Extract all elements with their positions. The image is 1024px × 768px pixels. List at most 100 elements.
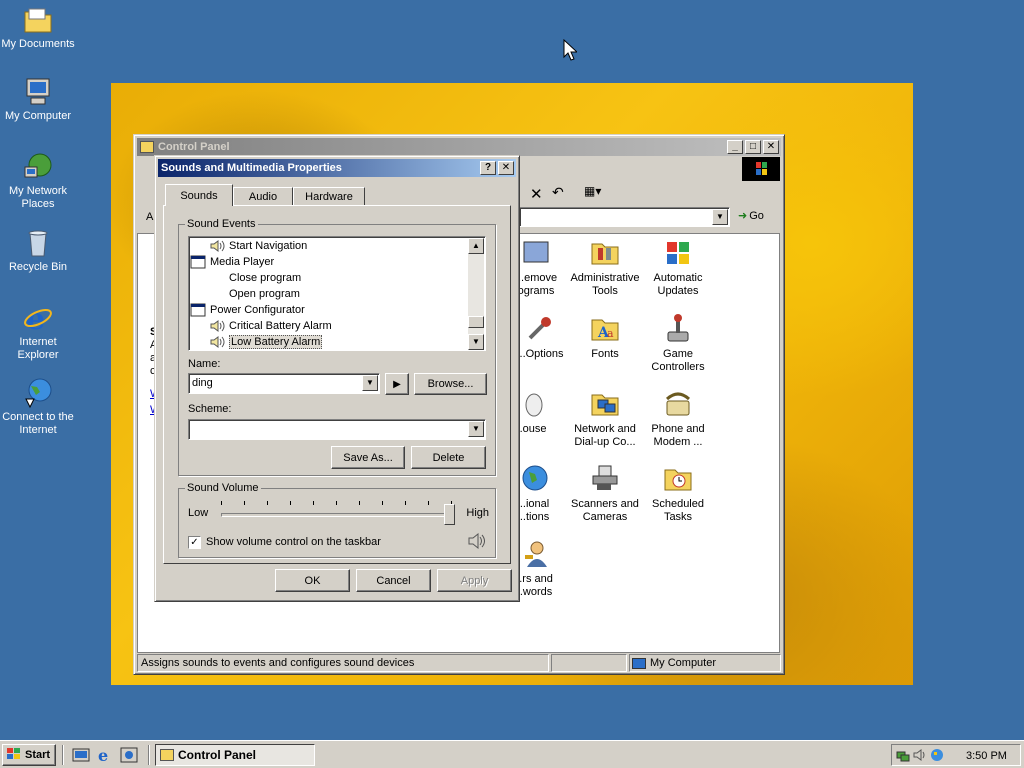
delete-button[interactable]: Delete [411,446,486,469]
clock[interactable]: 3:50 PM [966,750,1007,762]
control-panel-task-icon [160,749,174,761]
scheme-dropdown-icon[interactable]: ▼ [468,421,484,437]
volume-tick [313,501,314,505]
sound-event-label: Start Navigation [229,240,308,252]
name-dropdown-icon[interactable]: ▼ [362,375,378,391]
speaker-icon [209,319,225,333]
status-text: Assigns sounds to events and configures … [137,654,549,672]
sound-event-item[interactable]: Open program [209,286,300,302]
volume-tick [405,501,406,505]
control-panel-title: Control Panel [158,141,230,153]
sound-event-item[interactable]: Media Player [190,254,274,270]
cp-icon-scheduled-tasks[interactable]: Scheduled Tasks [638,462,718,524]
events-scrollbar[interactable]: ▲ ▼ [468,238,484,350]
control-panel-window-icon [140,141,154,153]
close-button[interactable]: ✕ [763,140,779,154]
cancel-button[interactable]: Cancel [356,569,431,592]
joystick-icon [662,312,694,344]
volume-tick [244,501,245,505]
sound-name-select[interactable]: ding ▼ [188,373,380,394]
quick-launch-ie-icon[interactable]: e [96,746,114,767]
phone-icon [662,387,694,419]
cp-icon-scanners-cameras[interactable]: Scanners and Cameras [565,462,645,524]
windows-start-icon [6,747,22,764]
connect-internet-icon [22,377,54,409]
sound-event-item[interactable]: Critical Battery Alarm [209,318,332,334]
sound-event-label: Power Configurator [210,304,305,316]
tab-hardware[interactable]: Hardware [293,187,365,206]
tab-audio[interactable]: Audio [233,187,293,206]
play-icon: ▶ [393,378,401,390]
volume-slider-track[interactable] [221,513,455,517]
dialog-close-button[interactable]: ✕ [498,161,514,175]
tray-update-icon[interactable] [930,748,944,765]
volume-slider-thumb[interactable] [444,504,455,525]
dialog-titlebar[interactable]: Sounds and Multimedia Properties ? ✕ [158,159,516,177]
scanner-icon [589,462,621,494]
speaker-icon[interactable] [467,532,485,552]
minimize-button[interactable]: _ [727,140,743,154]
speaker-icon [209,239,225,253]
cp-icon-administrative-tools[interactable]: Administrative Tools [565,236,645,298]
desktop-icon-my-computer[interactable]: My Computer [0,76,76,123]
show-volume-checkbox[interactable]: ✓ [188,536,201,549]
taskbar-separator [62,745,64,765]
system-tray: 3:50 PM [891,744,1021,766]
undo-toolbar-icon[interactable]: ↶ [552,184,564,201]
scroll-up-icon[interactable]: ▲ [468,238,484,254]
play-sound-button[interactable]: ▶ [385,373,409,395]
show-desktop-icon[interactable] [72,747,90,766]
sound-event-item[interactable]: Close program [209,270,301,286]
window-icon [190,303,206,317]
desktop-icon-my-network-places[interactable]: My Network Places [0,151,76,211]
folder-icon [22,4,54,36]
quick-launch-media-icon[interactable] [120,747,138,766]
desktop-icon-connect-to-internet[interactable]: Connect to the Internet [0,377,76,437]
control-panel-titlebar[interactable]: Control Panel _ □ ✕ [137,138,781,156]
maximize-button[interactable]: □ [745,140,761,154]
recycle-bin-icon [22,227,54,259]
browse-button[interactable]: Browse... [414,373,487,395]
tab-sounds[interactable]: Sounds [165,184,233,206]
scroll-thumb[interactable] [468,316,484,328]
internet-explorer-icon: e [22,302,54,337]
start-button[interactable]: Start [2,744,56,766]
save-as-button[interactable]: Save As... [331,446,405,469]
go-arrow-icon: ➜ [738,210,748,222]
help-button[interactable]: ? [480,161,496,175]
tray-volume-icon[interactable] [913,748,927,765]
views-toolbar-icon[interactable]: ▦▾ [584,184,601,198]
cp-icon-network-dialup[interactable]: Network and Dial-up Co... [565,387,645,449]
desktop-icon-recycle-bin[interactable]: Recycle Bin [0,227,76,274]
tray-network-icon[interactable] [896,748,910,765]
name-label: Name: [188,358,221,370]
cp-icon-automatic-updates[interactable]: Automatic Updates [638,236,718,298]
svg-text:e: e [98,746,108,764]
cp-icon-phone-modem[interactable]: Phone and Modem ... [638,387,718,449]
address-label: A [146,211,154,223]
ok-button[interactable]: OK [275,569,350,592]
show-volume-label: Show volume control on the taskbar [206,536,381,548]
sound-events-list[interactable]: Start Navigation Media Player Close progra… [188,236,486,351]
scheme-select[interactable]: ▼ [188,419,486,440]
apply-button[interactable]: Apply [437,569,512,592]
scheme-label: Scheme: [188,403,232,415]
status-zone: My Computer [629,654,781,672]
go-button[interactable]: ➜ Go [738,209,764,223]
cp-icon-fonts[interactable]: Aa Fonts [565,312,645,361]
sound-event-item[interactable]: Start Navigation [209,238,307,254]
cp-icon-game-controllers[interactable]: Game Controllers [638,312,718,374]
sound-event-item[interactable]: Low Battery Alarm [209,334,323,350]
address-dropdown-icon[interactable]: ▼ [712,209,728,225]
sounds-properties-dialog[interactable]: Sounds and Multimedia Properties ? ✕ Sou… [154,155,520,602]
address-input[interactable]: ▼ [519,207,730,227]
desktop-icon-my-documents[interactable]: My Documents [0,4,76,51]
sound-events-label: Sound Events [185,218,258,230]
desktop-icon-internet-explorer[interactable]: e Internet Explorer [0,302,76,362]
speaker-icon [209,335,225,349]
sound-event-label: Media Player [210,256,275,268]
sound-event-item[interactable]: Power Configurator [190,302,305,318]
delete-toolbar-icon[interactable]: ✕ [530,185,543,203]
taskbar-control-panel-button[interactable]: Control Panel [155,744,315,766]
scroll-down-icon[interactable]: ▼ [468,334,484,350]
